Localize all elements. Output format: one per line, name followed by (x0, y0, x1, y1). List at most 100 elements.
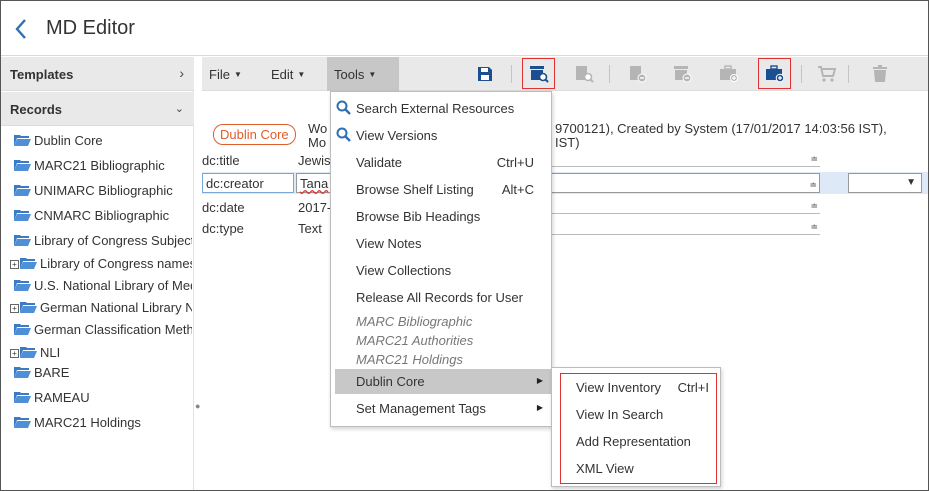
header: MD Editor (1, 1, 928, 56)
open-folder-icon (14, 185, 31, 196)
sidebar-item-label: UNIMARC Bibliographic (34, 183, 173, 198)
field-tag: dc:date (202, 200, 245, 215)
add-representation-icon[interactable] (671, 62, 695, 86)
sidebar-item-nlm[interactable]: U.S. National Library of Medicine (14, 278, 192, 293)
menu-item-label: View Inventory (576, 380, 662, 395)
expand-plus-icon[interactable]: + (10, 349, 19, 358)
submenu-arrow-icon: ▶ (536, 403, 543, 412)
field-select[interactable]: ▼ (848, 173, 922, 193)
menu-item-label: Search External Resources (356, 101, 515, 116)
sidebar-item-german-classification[interactable]: German Classification Methods (14, 322, 192, 337)
templates-section-header[interactable]: Templates › (1, 57, 194, 91)
resize-handle-icon[interactable]: ≐ (810, 154, 818, 165)
trash-icon[interactable] (868, 62, 892, 86)
field-value[interactable]: Text (298, 221, 322, 236)
sidebar-item-marc21-holdings[interactable]: MARC21 Holdings (14, 415, 192, 430)
resize-handle-icon[interactable]: ≐ (809, 180, 817, 191)
menu-category-marc21-authorities: MARC21 Authorities (356, 333, 474, 348)
panel-splitter-handle[interactable]: ● (195, 401, 201, 411)
field-value-input[interactable]: ≐ (547, 198, 820, 214)
open-folder-icon (14, 160, 31, 171)
menu-item-browse-shelf-listing[interactable]: Browse Shelf Listing Alt+C (331, 177, 551, 202)
menu-item-label: Validate (356, 155, 403, 170)
field-value[interactable]: 2017- (298, 200, 331, 215)
menu-item-shortcut: Ctrl+I (677, 380, 709, 395)
menu-item-validate[interactable]: Validate Ctrl+U (331, 150, 551, 175)
menu-item-release-all-records[interactable]: Release All Records for User (331, 285, 551, 310)
menu-item-dublin-core[interactable]: Dublin Core ▶ (335, 369, 551, 394)
open-folder-icon (20, 347, 37, 358)
chevron-down-icon[interactable]: ⌄ (175, 102, 184, 115)
menu-item-label: View Notes (356, 236, 422, 251)
sidebar-item-label: MARC21 Bibliographic (34, 158, 165, 173)
sidebar-item-gnd-names[interactable]: + German National Library Names (10, 300, 192, 315)
cart-icon[interactable] (815, 62, 839, 86)
back-arrow-icon[interactable] (11, 15, 33, 43)
expand-plus-icon[interactable]: + (10, 304, 19, 313)
menu-item-view-notes[interactable]: View Notes (331, 231, 551, 256)
menu-label: Edit (271, 67, 294, 82)
field-value[interactable]: Jewis (298, 153, 331, 168)
add-bag-icon[interactable] (717, 62, 741, 86)
caret-down-icon: ▼ (233, 70, 242, 79)
menu-tools[interactable]: Tools ▼ (327, 57, 399, 91)
sidebar-item-loc-names[interactable]: + Library of Congress names (10, 256, 192, 271)
menu-item-search-external-resources[interactable]: Search External Resources (331, 96, 551, 121)
menu-item-label: Browse Shelf Listing (356, 182, 474, 197)
field-row[interactable]: dc:date 2017- ≐ (202, 196, 928, 218)
field-row-selected[interactable]: dc:creator Tana ≐ ▼ (202, 172, 928, 194)
sidebar-item-loc-subjects[interactable]: Library of Congress Subjects (14, 233, 192, 248)
view-inventory-icon[interactable] (522, 58, 555, 89)
menu-item-label: Browse Bib Headings (356, 209, 481, 224)
menu-item-browse-bib-headings[interactable]: Browse Bib Headings (331, 204, 551, 229)
records-section-header[interactable]: Records ⌄ (1, 92, 194, 126)
sidebar-item-bare[interactable]: BARE (14, 365, 192, 380)
menu-label: Tools (334, 67, 365, 82)
field-row[interactable]: dc:type Text ≐ (202, 217, 928, 239)
expand-plus-icon[interactable]: + (10, 260, 19, 269)
field-value-input[interactable]: ≐ (547, 151, 820, 167)
menu-label: File (209, 67, 230, 82)
sidebar-item-label: German Classification Methods (34, 322, 192, 337)
submenu-item-xml-view[interactable]: XML View (568, 457, 718, 479)
save-icon[interactable] (473, 62, 497, 86)
submenu-item-view-in-search[interactable]: View In Search (568, 403, 718, 425)
sidebar-item-label: German National Library Names (40, 300, 192, 315)
sidebar-item-unimarc-bibliographic[interactable]: UNIMARC Bibliographic (14, 183, 192, 198)
field-value-input[interactable]: ≐ (547, 219, 820, 235)
menu-file[interactable]: File ▼ (202, 57, 257, 91)
sidebar-item-rameau[interactable]: RAMEAU (14, 390, 192, 405)
submenu-item-add-representation[interactable]: Add Representation (568, 430, 718, 452)
record-info-line: Wo (308, 121, 328, 136)
sidebar-item-nli[interactable]: + NLI (10, 345, 192, 360)
open-folder-icon (14, 210, 31, 221)
sidebar-item-cnmarc-bibliographic[interactable]: CNMARC Bibliographic (14, 208, 192, 223)
menu-category-marc21-holdings: MARC21 Holdings (356, 352, 463, 367)
menu-item-view-collections[interactable]: View Collections (331, 258, 551, 283)
field-row[interactable]: dc:title Jewis ≐ (202, 149, 928, 171)
menu-edit[interactable]: Edit ▼ (264, 57, 319, 91)
sidebar-item-dublin-core[interactable]: Dublin Core (14, 133, 192, 148)
open-folder-icon (14, 280, 31, 291)
toolbar: File ▼ Edit ▼ Tools ▼ (202, 57, 928, 91)
tag-input[interactable]: dc:creator (202, 173, 294, 193)
menu-item-shortcut: Ctrl+U (496, 155, 534, 170)
menu-item-view-versions[interactable]: View Versions (331, 123, 551, 148)
sidebar-item-marc21-bibliographic[interactable]: MARC21 Bibliographic (14, 158, 192, 173)
toolbar-separator (801, 65, 802, 83)
resize-handle-icon[interactable]: ≐ (810, 222, 818, 233)
search-record-icon[interactable] (572, 62, 596, 86)
chevron-right-icon[interactable]: › (179, 65, 184, 81)
search-icon (336, 100, 351, 115)
create-bag-icon[interactable] (758, 58, 791, 89)
add-record-icon[interactable] (626, 62, 650, 86)
open-folder-icon (14, 235, 31, 246)
menu-item-set-management-tags[interactable]: Set Management Tags ▶ (331, 396, 551, 421)
templates-label: Templates (10, 67, 74, 82)
open-folder-icon (20, 258, 37, 269)
search-icon (336, 127, 351, 142)
open-folder-icon (14, 135, 31, 146)
resize-handle-icon[interactable]: ≐ (810, 201, 818, 212)
sidebar-item-label: NLI (40, 345, 61, 360)
submenu-item-view-inventory[interactable]: View Inventory Ctrl+I (568, 376, 718, 398)
